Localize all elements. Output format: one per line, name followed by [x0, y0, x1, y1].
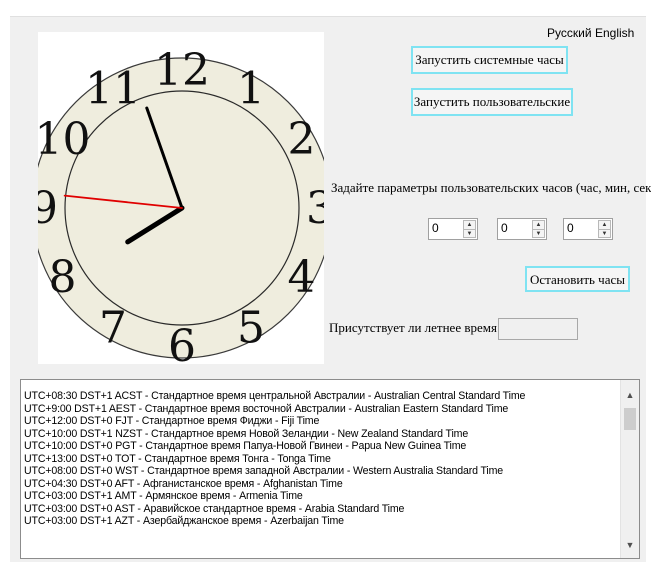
dst-label: Присутствует ли летнее время: [329, 320, 497, 335]
clock-numeral: 9: [38, 183, 58, 234]
hour-spinner[interactable]: 0 ▲ ▼: [428, 218, 478, 240]
clock-numeral: 8: [48, 252, 76, 303]
scroll-down-icon[interactable]: ▼: [621, 536, 639, 554]
scroll-thumb[interactable]: [624, 408, 636, 430]
start-custom-clock-button[interactable]: Запустить пользовательские: [411, 88, 573, 116]
clock-numeral: 12: [154, 45, 210, 96]
timezone-list-item[interactable]: UTC+08:00 DST+0 WST - Стандартное время …: [24, 465, 617, 478]
clock-numeral: 1: [237, 63, 265, 114]
clock-numeral: 3: [306, 183, 324, 234]
minute-spin-arrows[interactable]: ▲ ▼: [532, 220, 545, 238]
clock-face: 12 12 3 45678 9 1011: [30, 45, 334, 372]
clock-numeral: 4: [288, 252, 316, 303]
timezone-list-item[interactable]: UTC+04:30 DST+0 AFT - Афганистанское вре…: [24, 478, 617, 491]
timezone-list-item[interactable]: UTC+10:00 DST+0 PGT - Стандартное время …: [24, 440, 617, 453]
timezone-list-item[interactable]: UTC+08:30 DST+1 ACST - Стандартное время…: [24, 390, 617, 403]
clock-numeral: 7: [99, 303, 127, 354]
custom-params-label: Задайте параметры пользовательских часов…: [331, 180, 651, 195]
second-spinner[interactable]: 0 ▲ ▼: [563, 218, 613, 240]
clock-numeral: 5: [237, 303, 265, 354]
timezone-list-item[interactable]: UTC+10:00 DST+1 NZST - Стандартное время…: [24, 428, 617, 441]
timezone-list-item[interactable]: UTC+9:00 DST+1 AEST - Стандартное время …: [24, 403, 617, 416]
clock-numeral: 11: [85, 63, 141, 114]
timezone-list-item[interactable]: UTC+03:00 DST+1 AZT - Азербайджанское вр…: [24, 515, 617, 528]
timezone-rows: UTC+08:30 DST+1 ACST - Стандартное время…: [24, 390, 617, 528]
start-system-clock-button[interactable]: Запустить системные часы: [411, 46, 568, 74]
listbox-scrollbar[interactable]: ▲ ▼: [620, 380, 639, 558]
minute-value: 0: [501, 221, 508, 235]
second-spin-arrows[interactable]: ▲ ▼: [598, 220, 611, 238]
second-value: 0: [567, 221, 574, 235]
hour-spin-arrows[interactable]: ▲ ▼: [463, 220, 476, 238]
timezone-list-item[interactable]: UTC+12:00 DST+0 FJT - Стандартное время …: [24, 415, 617, 428]
clock-numeral: 2: [288, 114, 316, 165]
minute-spinner[interactable]: 0 ▲ ▼: [497, 218, 547, 240]
language-english-link[interactable]: English: [595, 26, 634, 40]
timezone-list-item[interactable]: UTC+13:00 DST+0 TOT - Стандартное время …: [24, 453, 617, 466]
clock-numeral: 6: [168, 321, 196, 364]
timezone-list-item[interactable]: UTC+03:00 DST+0 AST - Аравийское стандар…: [24, 503, 617, 516]
stop-clock-button[interactable]: Остановить часы: [525, 266, 630, 292]
language-russian-link[interactable]: Русский: [547, 26, 592, 40]
clock-numeral: 10: [38, 114, 90, 165]
dst-field[interactable]: [498, 318, 578, 340]
scroll-up-icon[interactable]: ▲: [621, 386, 639, 404]
timezone-listbox[interactable]: UTC+08:30 DST+1 ACST - Стандартное время…: [20, 379, 640, 559]
timezone-list-item[interactable]: UTC+03:00 DST+1 AMT - Армянское время - …: [24, 490, 617, 503]
hour-value: 0: [432, 221, 439, 235]
analog-clock: 12 1 2 3 4 5 6 7 8 9 10 11: [30, 32, 334, 372]
